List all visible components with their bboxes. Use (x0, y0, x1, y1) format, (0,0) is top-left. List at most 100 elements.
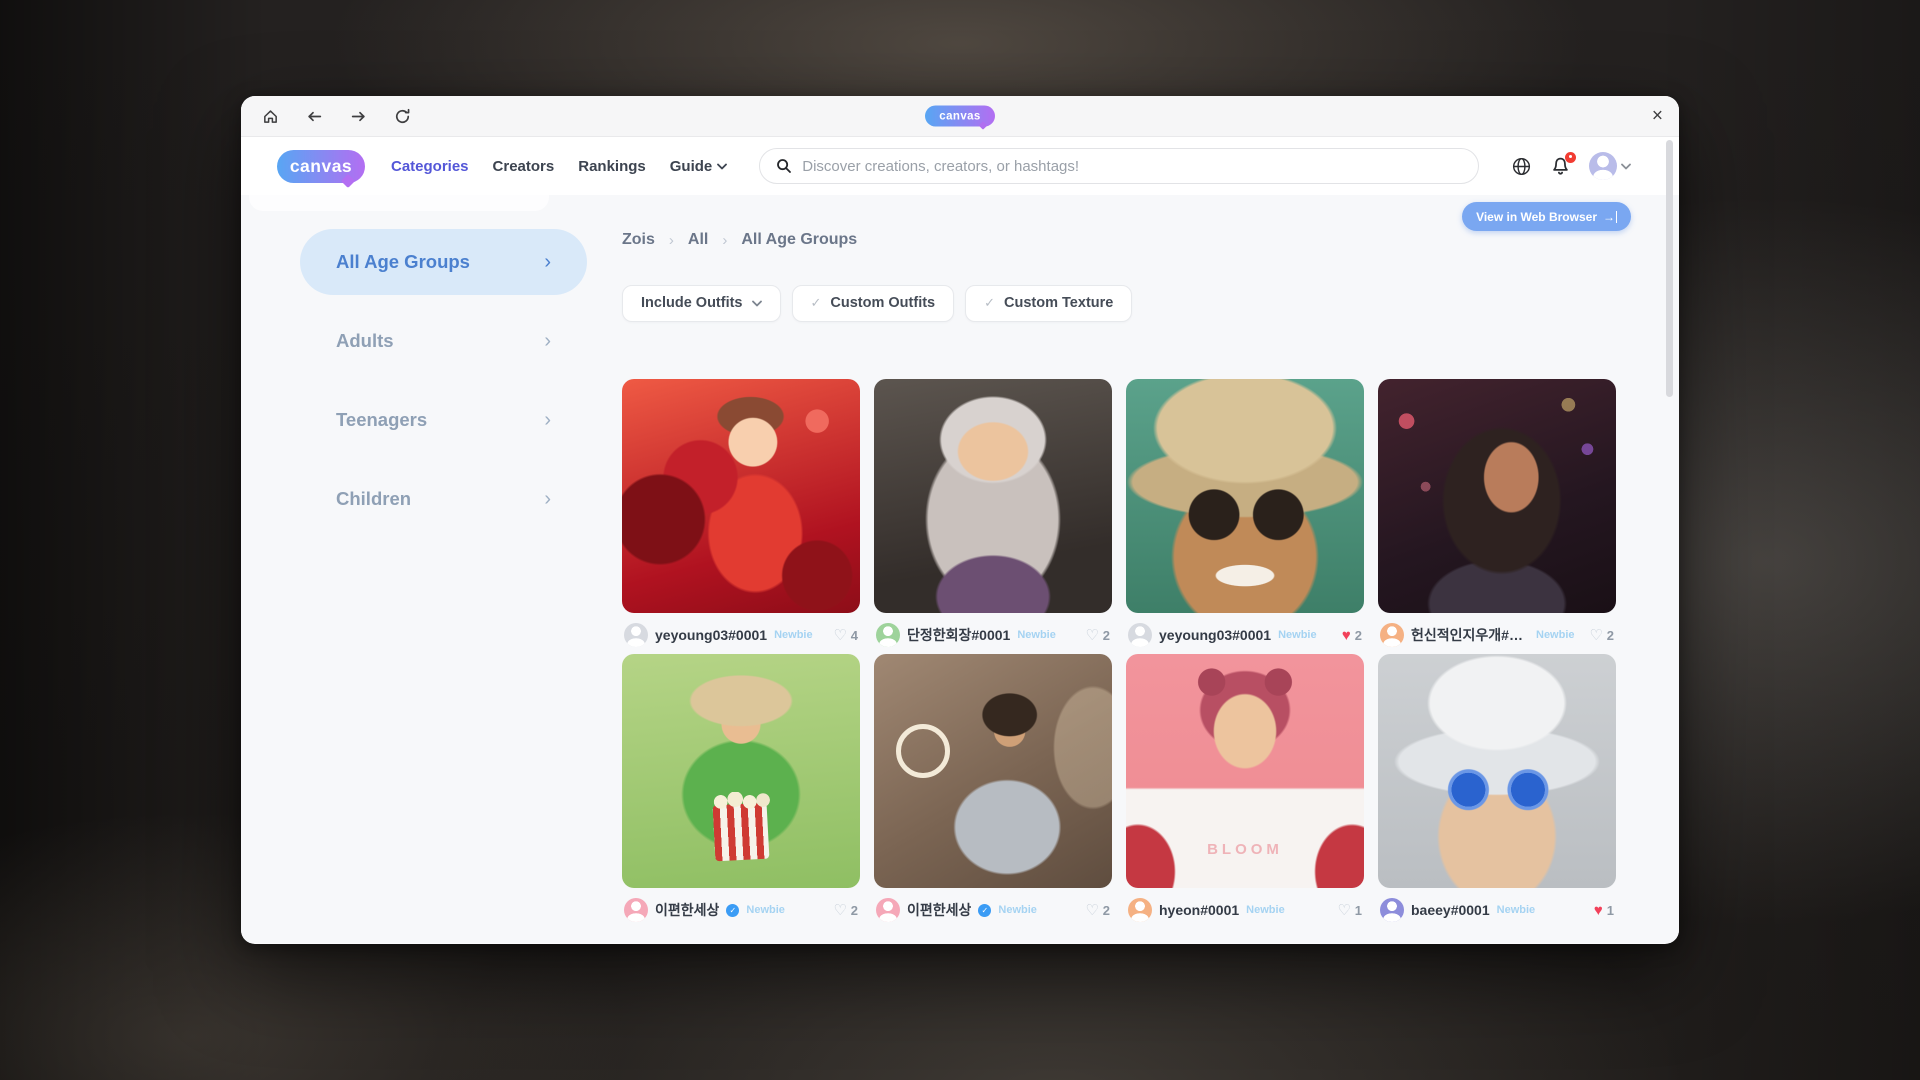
breadcrumb-all-age-groups[interactable]: All Age Groups (741, 231, 857, 249)
forward-icon[interactable] (349, 107, 367, 125)
sidebar-item-adults[interactable]: Adults › (300, 308, 587, 374)
account-menu[interactable] (1589, 152, 1631, 180)
creation-thumbnail[interactable] (874, 379, 1112, 613)
card-footer: 헌신적인지우개#0001 Newbie ♡ 2 (1378, 613, 1616, 647)
custom-outfits-filter[interactable]: ✓ Custom Outfits (792, 285, 955, 322)
card-footer: baeey#0001 Newbie ♥ 1 (1378, 888, 1616, 922)
chevron-right-icon: › (544, 251, 551, 274)
category-sidebar: All Age Groups › Adults › Teenagers › Ch… (300, 229, 587, 545)
canvas-logo[interactable]: canvas (277, 150, 365, 183)
sidebar-item-children[interactable]: Children › (300, 466, 587, 532)
window-toolbar: canvas × (241, 96, 1679, 137)
view-in-web-browser-button[interactable]: View in Web Browser → (1462, 202, 1631, 231)
notification-badge (1565, 152, 1576, 163)
like-counter: ♡ 2 (1589, 628, 1614, 643)
chevron-down-icon (1621, 163, 1631, 170)
sidebar-item-teenagers[interactable]: Teenagers › (300, 387, 587, 453)
globe-icon[interactable] (1511, 156, 1532, 177)
heart-icon[interactable]: ♥ (1342, 628, 1351, 643)
like-count: 2 (1607, 628, 1614, 643)
heart-icon[interactable]: ♡ (833, 628, 846, 643)
creator-username[interactable]: yeyoung03#0001 (655, 627, 767, 643)
logo-tail (979, 121, 987, 129)
creator-username[interactable]: 이편한세상 (907, 900, 971, 920)
creator-username[interactable]: yeyoung03#0001 (1159, 627, 1271, 643)
heart-icon[interactable]: ♥ (1594, 903, 1603, 918)
refresh-icon[interactable] (393, 107, 411, 125)
view-in-web-browser-label: View in Web Browser (1476, 210, 1597, 224)
creator-avatar[interactable] (1128, 898, 1152, 922)
shirt-text: BLOOM (1126, 841, 1364, 858)
breadcrumb: Zois › All › All Age Groups (622, 231, 857, 249)
creator-avatar[interactable] (876, 898, 900, 922)
creation-thumbnail[interactable] (622, 654, 860, 888)
creator-username[interactable]: hyeon#0001 (1159, 902, 1239, 918)
heart-icon[interactable]: ♡ (1085, 903, 1098, 918)
back-icon[interactable] (305, 107, 323, 125)
include-outfits-label: Include Outfits (641, 295, 743, 311)
creator-username[interactable]: 헌신적인지우개#0001 (1411, 625, 1529, 645)
creator-username[interactable]: 이편한세상 (655, 900, 719, 920)
heart-icon[interactable]: ♡ (1085, 628, 1098, 643)
like-counter: ♡ 1 (1337, 903, 1362, 918)
check-icon: ✓ (984, 295, 995, 311)
sidebar-item-label: Children (336, 488, 411, 510)
notifications-bell-icon[interactable] (1550, 156, 1571, 177)
custom-outfits-label: Custom Outfits (830, 295, 935, 311)
close-icon[interactable]: × (1652, 107, 1663, 126)
heart-icon[interactable]: ♡ (1589, 628, 1602, 643)
creator-badge: Newbie (998, 904, 1037, 916)
custom-texture-filter[interactable]: ✓ Custom Texture (965, 285, 1132, 322)
creator-avatar[interactable] (1380, 898, 1404, 922)
card-footer: hyeon#0001 Newbie ♡ 1 (1126, 888, 1364, 922)
creator-avatar[interactable] (624, 898, 648, 922)
creation-thumbnail[interactable] (874, 654, 1112, 888)
sidebar-item-all-age-groups[interactable]: All Age Groups › (300, 229, 587, 295)
include-outfits-filter[interactable]: Include Outfits (622, 285, 781, 322)
creations-grid: yeyoung03#0001 Newbie ♡ 4 단정한회장#0001 New… (622, 379, 1616, 922)
creation-thumbnail[interactable] (622, 379, 860, 613)
heart-icon[interactable]: ♡ (833, 903, 846, 918)
creator-username[interactable]: 단정한회장#0001 (907, 625, 1010, 645)
creation-card: yeyoung03#0001 Newbie ♥ 2 (1126, 379, 1364, 647)
creation-thumbnail[interactable] (1378, 654, 1616, 888)
heart-icon[interactable]: ♡ (1337, 903, 1350, 918)
card-footer: yeyoung03#0001 Newbie ♡ 4 (622, 613, 860, 647)
verified-check-icon: ✓ (726, 904, 739, 917)
search-icon (776, 158, 792, 174)
creation-thumbnail[interactable] (1126, 379, 1364, 613)
card-footer: 이편한세상 ✓ Newbie ♡ 2 (874, 888, 1112, 922)
nav-rankings[interactable]: Rankings (578, 158, 646, 175)
like-count: 2 (851, 903, 858, 918)
user-avatar (1589, 152, 1617, 180)
creation-thumbnail[interactable]: BLOOM (1126, 654, 1364, 888)
vertical-scrollbar[interactable] (1666, 140, 1673, 397)
scrolled-panel-edge (249, 195, 549, 211)
like-counter: ♡ 2 (1085, 628, 1110, 643)
breadcrumb-zois[interactable]: Zois (622, 231, 655, 249)
nav-categories[interactable]: Categories (391, 158, 469, 175)
creator-avatar[interactable] (1128, 623, 1152, 647)
like-count: 1 (1607, 903, 1614, 918)
creation-thumbnail[interactable] (1378, 379, 1616, 613)
creator-avatar[interactable] (1380, 623, 1404, 647)
external-arrow-icon: → (1603, 211, 1617, 223)
nav-guide[interactable]: Guide (670, 158, 728, 175)
card-footer: 이편한세상 ✓ Newbie ♡ 2 (622, 888, 860, 922)
creator-avatar[interactable] (624, 623, 648, 647)
like-count: 2 (1355, 628, 1362, 643)
like-counter: ♡ 2 (1085, 903, 1110, 918)
creation-card: yeyoung03#0001 Newbie ♡ 4 (622, 379, 860, 647)
page-content: View in Web Browser → All Age Groups › A… (241, 195, 1679, 943)
nav-creators[interactable]: Creators (493, 158, 555, 175)
creation-card: 단정한회장#0001 Newbie ♡ 2 (874, 379, 1112, 647)
breadcrumb-all[interactable]: All (688, 231, 708, 249)
search-input[interactable] (802, 158, 1462, 175)
creator-username[interactable]: baeey#0001 (1411, 902, 1490, 918)
home-icon[interactable] (261, 107, 279, 125)
chevron-right-icon: › (544, 488, 551, 511)
creator-avatar[interactable] (876, 623, 900, 647)
like-counter: ♡ 4 (833, 628, 858, 643)
sidebar-item-label: Teenagers (336, 409, 427, 431)
search-bar[interactable] (759, 148, 1479, 184)
